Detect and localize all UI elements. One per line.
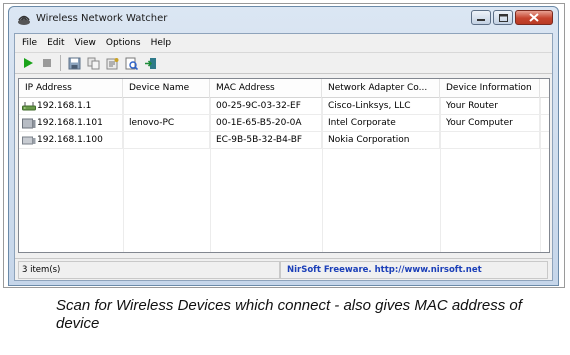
list-header: IP Address Device Name MAC Address Netwo…	[19, 79, 549, 98]
save-icon	[68, 57, 80, 69]
column-header-ip[interactable]: IP Address	[19, 79, 123, 98]
device-icon	[22, 136, 36, 145]
nirsoft-link[interactable]: NirSoft Freeware. http://www.nirsoft.net	[287, 265, 482, 275]
ip-address: 192.168.1.100	[37, 135, 103, 145]
status-item-count: 3 item(s)	[18, 261, 280, 279]
minimize-button[interactable]	[471, 10, 491, 25]
menu-file[interactable]: File	[17, 38, 42, 48]
cell-device-name	[123, 98, 210, 115]
cell-mac: EC-9B-5B-32-B4-BF	[210, 132, 322, 149]
status-bar: 3 item(s) NirSoft Freeware. http://www.n…	[15, 258, 552, 280]
html-report-button[interactable]	[122, 54, 140, 72]
menu-bar: File Edit View Options Help	[15, 34, 552, 52]
column-header-device-info[interactable]: Device Information	[440, 79, 540, 98]
copy-button[interactable]	[84, 54, 102, 72]
save-button[interactable]	[65, 54, 83, 72]
properties-button[interactable]	[103, 54, 121, 72]
table-row[interactable]: 192.168.1.1 00-25-9C-03-32-EF Cisco-Link…	[19, 98, 549, 115]
column-header-adapter[interactable]: Network Adapter Co...	[322, 79, 440, 98]
cell-mac: 00-25-9C-03-32-EF	[210, 98, 322, 115]
status-link-panel: NirSoft Freeware. http://www.nirsoft.net	[280, 261, 548, 279]
menu-edit[interactable]: Edit	[42, 38, 69, 48]
table-row[interactable]: 192.168.1.100 EC-9B-5B-32-B4-BF Nokia Co…	[19, 132, 549, 149]
maximize-icon	[498, 13, 508, 22]
stop-scan-button[interactable]	[38, 54, 56, 72]
router-icon	[22, 102, 36, 111]
exit-button[interactable]	[141, 54, 159, 72]
cell-device-name: lenovo-PC	[123, 115, 210, 132]
cell-device-name	[123, 132, 210, 149]
copy-icon	[87, 57, 99, 69]
minimize-icon	[477, 18, 485, 21]
toolbar	[15, 52, 552, 74]
start-scan-icon	[24, 58, 33, 68]
maximize-button[interactable]	[493, 10, 513, 25]
window-title: Wireless Network Watcher	[36, 13, 168, 24]
cell-ip: 192.168.1.100	[19, 132, 123, 149]
menu-view[interactable]: View	[70, 38, 101, 48]
ip-address: 192.168.1.1	[37, 101, 92, 111]
cell-mac: 00-1E-65-B5-20-0A	[210, 115, 322, 132]
close-icon	[529, 13, 539, 22]
wireless-watcher-icon	[18, 15, 30, 25]
menu-help[interactable]: Help	[146, 38, 177, 48]
cell-device-info: Your Computer	[440, 115, 540, 132]
stop-scan-icon	[43, 59, 51, 67]
close-button[interactable]	[515, 10, 553, 25]
device-list[interactable]: IP Address Device Name MAC Address Netwo…	[18, 78, 550, 253]
menu-options[interactable]: Options	[101, 38, 146, 48]
column-header-filler	[540, 79, 551, 98]
cell-device-info: Your Router	[440, 98, 540, 115]
image-caption: Scan for Wireless Devices which connect …	[56, 297, 522, 332]
cell-adapter: Nokia Corporation	[322, 132, 440, 149]
title-bar[interactable]: Wireless Network Watcher	[9, 7, 558, 33]
cell-adapter: Cisco-Linksys, LLC	[322, 98, 440, 115]
cell-device-info	[440, 132, 540, 149]
cell-ip: 192.168.1.1	[19, 98, 123, 115]
table-row[interactable]: 192.168.1.101 lenovo-PC 00-1E-65-B5-20-0…	[19, 115, 549, 132]
cell-adapter: Intel Corporate	[322, 115, 440, 132]
cell-ip: 192.168.1.101	[19, 115, 123, 132]
column-header-device-name[interactable]: Device Name	[123, 79, 210, 98]
computer-icon	[22, 118, 36, 129]
column-header-mac[interactable]: MAC Address	[210, 79, 322, 98]
properties-icon	[106, 57, 118, 69]
client-area: File Edit View Options Help IP Address D…	[14, 33, 553, 281]
ip-address: 192.168.1.101	[37, 118, 103, 128]
toolbar-separator	[60, 55, 61, 71]
start-scan-button[interactable]	[19, 54, 37, 72]
app-window: Wireless Network Watcher File Edit View …	[8, 6, 559, 286]
exit-icon	[144, 57, 156, 69]
html-report-icon	[125, 57, 138, 70]
